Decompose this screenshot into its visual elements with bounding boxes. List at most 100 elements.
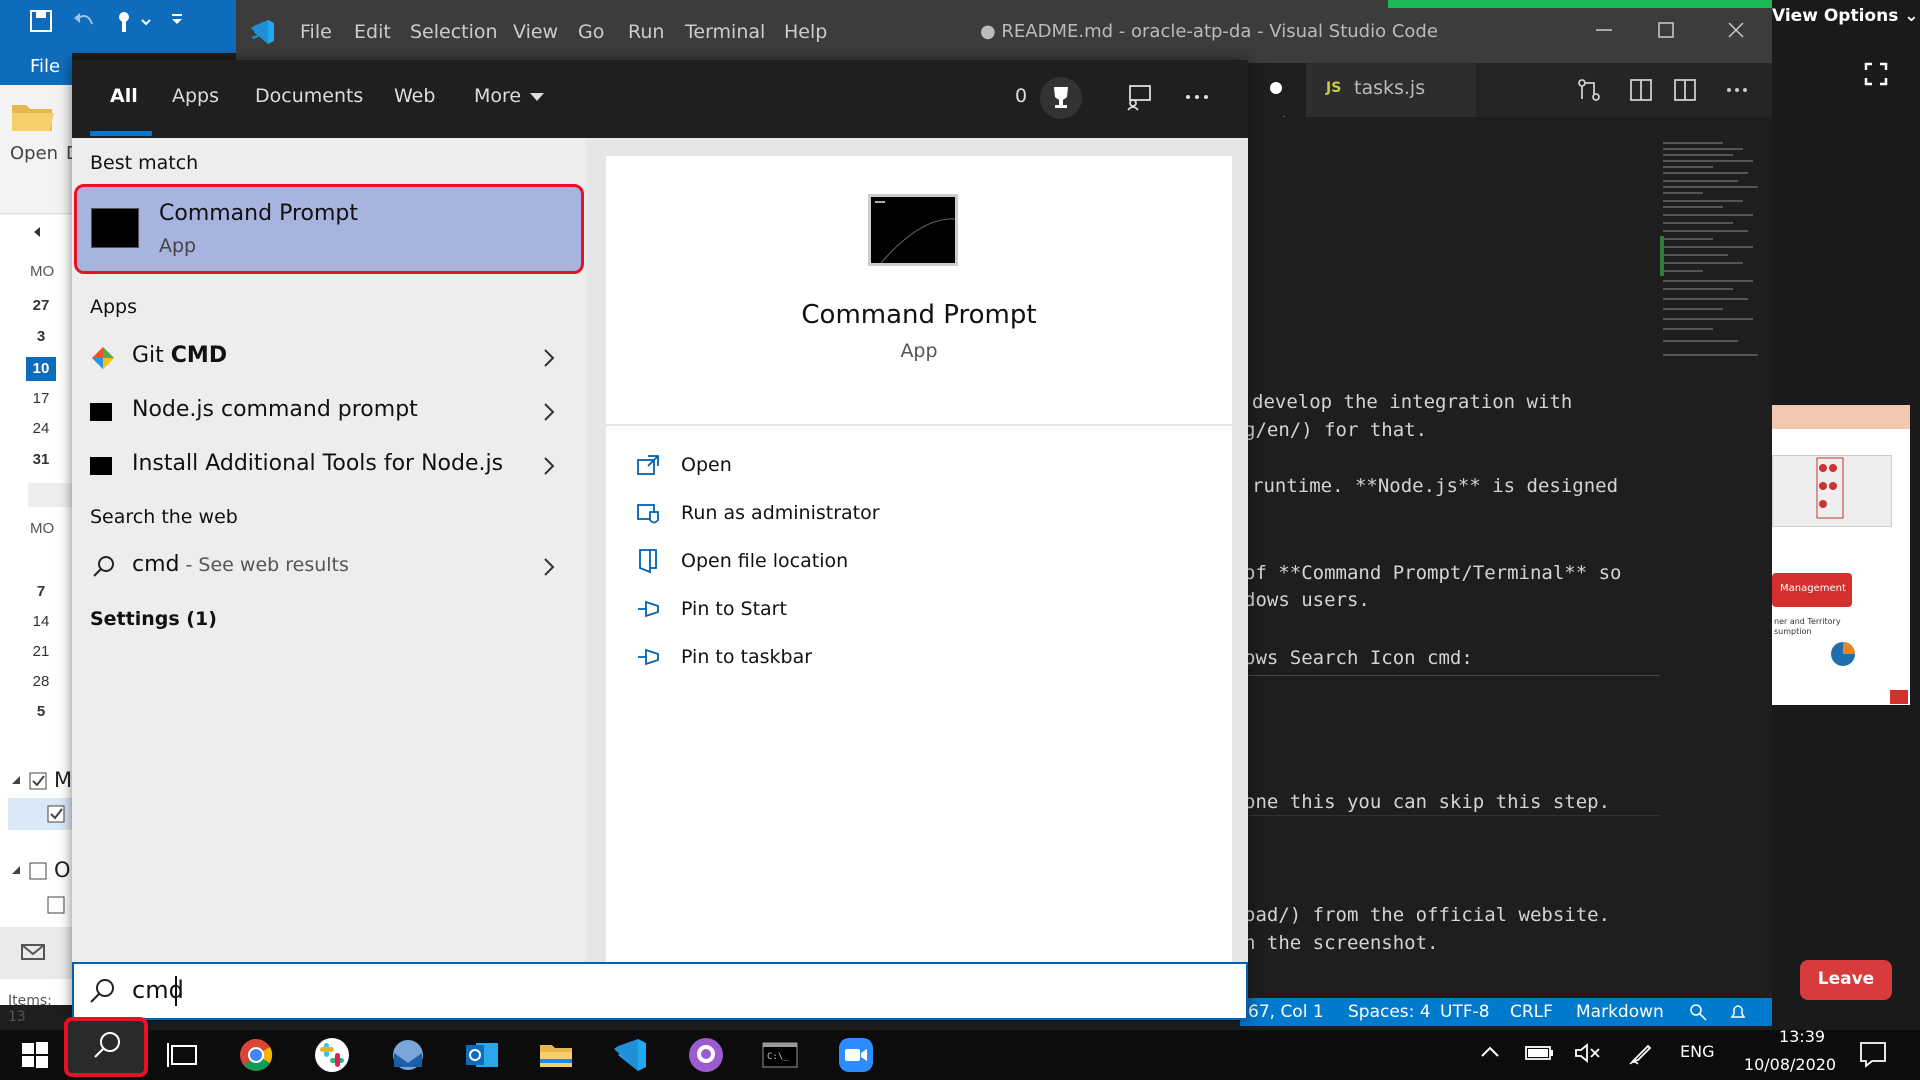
menu-file[interactable]: File bbox=[300, 21, 332, 43]
more-actions-icon[interactable] bbox=[1724, 77, 1750, 103]
menu-terminal[interactable]: Terminal bbox=[685, 21, 765, 43]
tab-all[interactable]: All bbox=[110, 85, 138, 107]
web-search-result[interactable]: cmd - See web results bbox=[72, 540, 586, 594]
action-pin-to-taskbar[interactable]: Pin to taskbar bbox=[636, 640, 1176, 680]
customize-toolbar-icon[interactable] bbox=[170, 12, 184, 26]
clock-time[interactable]: 13:39 bbox=[1760, 1027, 1844, 1046]
clock-date[interactable]: 10/08/2020 bbox=[1736, 1055, 1844, 1074]
source-control-icon[interactable] bbox=[1576, 77, 1602, 103]
view-options-button[interactable]: View Options ⌄ bbox=[1772, 6, 1918, 26]
action-open[interactable]: Open bbox=[636, 448, 1176, 488]
cursor-position[interactable]: 67, Col 1 bbox=[1248, 1002, 1324, 1022]
folder-checkbox[interactable] bbox=[10, 860, 50, 882]
open-folder-icon[interactable] bbox=[10, 97, 56, 133]
fullscreen-icon[interactable] bbox=[1864, 62, 1888, 86]
action-open-file-location[interactable]: Open file location bbox=[636, 544, 1176, 584]
split-editor-icon[interactable] bbox=[1672, 77, 1698, 103]
rewards-count[interactable]: 0 bbox=[1015, 85, 1027, 107]
leave-button[interactable]: Leave bbox=[1800, 960, 1892, 1000]
maximize-icon[interactable] bbox=[1656, 20, 1676, 40]
prev-month-icon[interactable] bbox=[30, 225, 44, 239]
cal-date[interactable]: 28 bbox=[26, 673, 56, 690]
task-view-icon[interactable] bbox=[164, 1035, 204, 1075]
file-explorer-icon[interactable] bbox=[536, 1035, 576, 1075]
folder-checkbox[interactable] bbox=[10, 770, 50, 792]
line-ending[interactable]: CRLF bbox=[1510, 1002, 1553, 1022]
chevron-right-icon[interactable] bbox=[542, 347, 556, 369]
mail-app-icon[interactable] bbox=[388, 1035, 428, 1075]
best-match-item[interactable]: Command Prompt App bbox=[74, 184, 584, 274]
app-git-cmd[interactable]: Git CMD bbox=[72, 331, 586, 385]
chevron-right-icon[interactable] bbox=[542, 401, 556, 423]
pen-workspace-icon[interactable] bbox=[1628, 1040, 1654, 1066]
github-desktop-icon[interactable] bbox=[686, 1035, 726, 1075]
menu-run[interactable]: Run bbox=[628, 21, 664, 43]
folder-label[interactable]: O bbox=[54, 858, 71, 882]
settings-header[interactable]: Settings (1) bbox=[90, 608, 217, 630]
command-prompt-taskbar-icon[interactable]: C:\_ bbox=[760, 1035, 800, 1075]
shared-screen-thumbnail[interactable]: Management ner and Territory sumption bbox=[1772, 405, 1910, 705]
encoding[interactable]: UTF-8 bbox=[1440, 1002, 1490, 1022]
tab-apps[interactable]: Apps bbox=[172, 85, 219, 107]
open-label[interactable]: Open bbox=[10, 143, 58, 164]
cal-date[interactable]: 7 bbox=[26, 583, 56, 600]
feedback-icon[interactable] bbox=[1688, 1002, 1708, 1022]
rewards-trophy-icon[interactable] bbox=[1040, 77, 1082, 119]
menu-selection[interactable]: Selection bbox=[410, 21, 498, 43]
vscode-taskbar-icon[interactable] bbox=[610, 1035, 650, 1075]
cal-date[interactable]: 24 bbox=[26, 420, 56, 437]
show-hidden-icons-icon[interactable] bbox=[1478, 1042, 1502, 1062]
notifications-icon[interactable] bbox=[1728, 1002, 1748, 1022]
battery-icon[interactable] bbox=[1524, 1042, 1554, 1064]
menu-view[interactable]: View bbox=[513, 21, 558, 43]
app-install-tools-nodejs[interactable]: Install Additional Tools for Node.js bbox=[72, 439, 586, 493]
volume-muted-icon[interactable] bbox=[1574, 1042, 1602, 1064]
tab-more[interactable]: More bbox=[474, 85, 521, 107]
open-preview-icon[interactable] bbox=[1628, 77, 1654, 103]
mail-nav[interactable] bbox=[0, 927, 72, 979]
menu-help[interactable]: Help bbox=[784, 21, 827, 43]
tab-tasks[interactable]: JS tasks.js bbox=[1306, 63, 1476, 117]
more-options-icon[interactable] bbox=[1184, 84, 1210, 110]
language-mode[interactable]: Markdown bbox=[1576, 1002, 1664, 1022]
cal-date[interactable]: 17 bbox=[26, 390, 56, 407]
tab-web[interactable]: Web bbox=[394, 85, 435, 107]
feedback-icon[interactable] bbox=[1124, 82, 1154, 112]
minimap[interactable] bbox=[1660, 140, 1775, 1000]
minimize-icon[interactable] bbox=[1594, 20, 1614, 40]
cal-date[interactable]: 27 bbox=[26, 297, 56, 314]
close-icon[interactable] bbox=[1726, 20, 1746, 40]
cal-date[interactable]: 3 bbox=[26, 328, 56, 345]
chevron-down-icon[interactable] bbox=[530, 93, 544, 103]
slack-icon[interactable] bbox=[312, 1035, 352, 1075]
app-nodejs-command-prompt[interactable]: Node.js command prompt bbox=[72, 385, 586, 439]
tab-documents[interactable]: Documents bbox=[255, 85, 363, 107]
folder-checkbox[interactable] bbox=[46, 895, 66, 915]
tab-readme[interactable] bbox=[1240, 63, 1306, 117]
chevron-right-icon[interactable] bbox=[542, 455, 556, 477]
save-icon[interactable] bbox=[28, 8, 54, 34]
chevron-right-icon[interactable] bbox=[542, 556, 556, 578]
folder-selected-row[interactable] bbox=[8, 798, 72, 830]
undo-icon[interactable] bbox=[72, 10, 96, 32]
language-indicator[interactable]: ENG bbox=[1680, 1042, 1714, 1061]
windows-start-icon[interactable] bbox=[20, 1040, 50, 1070]
chrome-icon[interactable] bbox=[236, 1035, 276, 1075]
action-run-as-admin[interactable]: Run as administrator bbox=[636, 496, 1176, 536]
zoom-icon[interactable] bbox=[836, 1035, 876, 1075]
cal-date-today[interactable]: 10 bbox=[26, 357, 56, 381]
search-box[interactable]: cmd bbox=[72, 962, 1248, 1020]
indentation[interactable]: Spaces: 4 bbox=[1348, 1002, 1431, 1022]
cal-date[interactable]: 31 bbox=[26, 451, 56, 468]
outlook-icon[interactable] bbox=[462, 1035, 502, 1075]
menu-edit[interactable]: Edit bbox=[354, 21, 391, 43]
menu-go[interactable]: Go bbox=[578, 21, 604, 43]
touch-mode-icon[interactable] bbox=[112, 8, 152, 34]
cal-date[interactable]: 5 bbox=[26, 703, 56, 720]
folder-label[interactable]: M bbox=[54, 768, 72, 792]
cal-date[interactable]: 21 bbox=[26, 643, 56, 660]
editor-area[interactable]: develop the integration with g/en/) for … bbox=[1240, 117, 1660, 997]
ribbon-tab-file[interactable]: File bbox=[30, 56, 60, 77]
action-pin-to-start[interactable]: Pin to Start bbox=[636, 592, 1176, 632]
action-center-icon[interactable] bbox=[1858, 1040, 1888, 1068]
